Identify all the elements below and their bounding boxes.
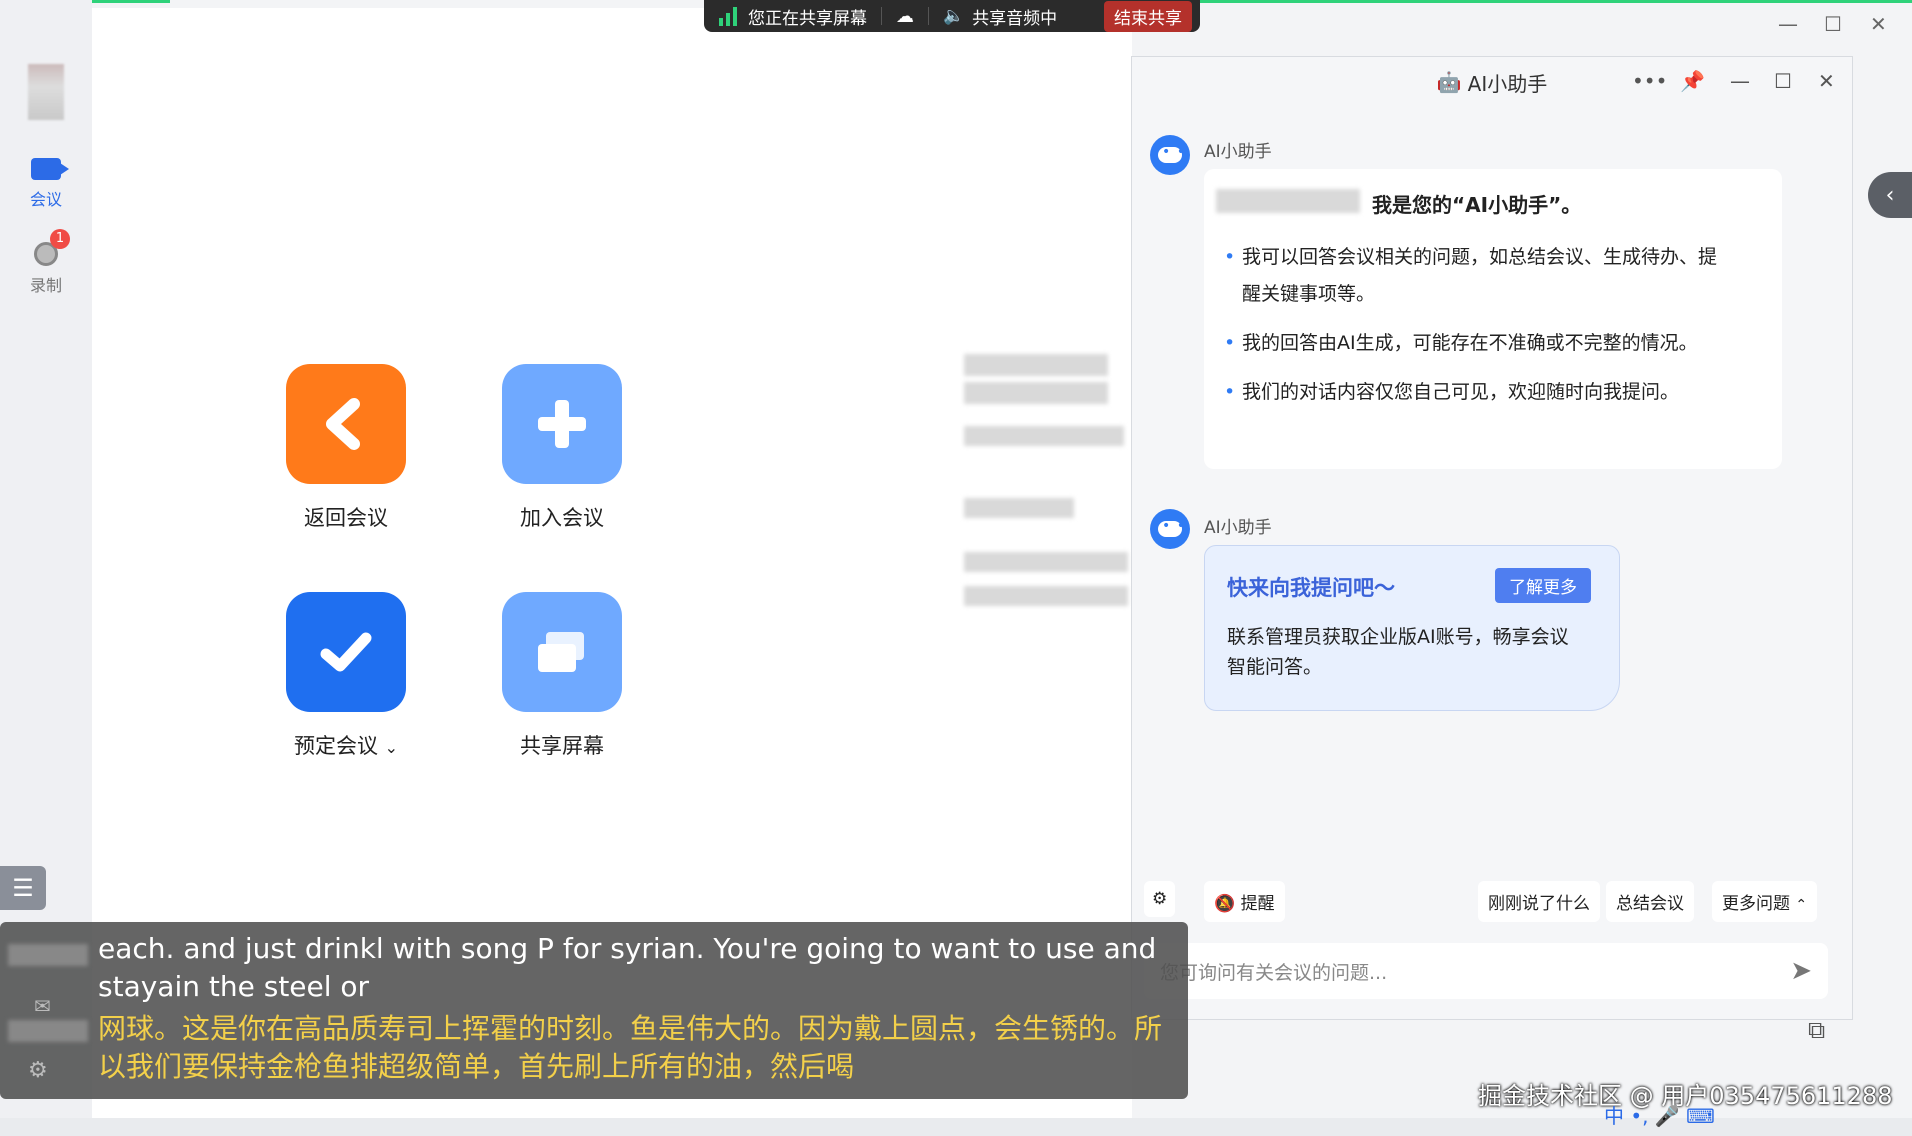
chevron-up-icon: ⌃ [1795, 897, 1808, 913]
schedule-meeting-label[interactable]: 预定会议 ⌄ [246, 730, 446, 760]
summarize-meeting-button[interactable]: 总结会议 [1606, 881, 1694, 922]
collapse-panel-button[interactable]: ‹ [1868, 172, 1912, 218]
bot-name: AI小助手 [1204, 518, 1272, 538]
bot-avatar [1150, 135, 1190, 175]
subtitle-chinese: 网球。这是你在高品质寿司上挥霍的时刻。鱼是伟大的。因为戴上圆点，会生锈的。所以我… [98, 1012, 1163, 1083]
speaker-icon: 🔈 [943, 6, 965, 26]
blurred-username [1216, 189, 1360, 213]
input-placeholder: 您可询问有关会议的问题... [1160, 961, 1388, 984]
close-panel-button[interactable]: ✕ [1818, 69, 1835, 93]
sharing-status[interactable]: 您正在共享屏幕 [704, 0, 881, 32]
blurred-text [964, 498, 1074, 518]
avatar[interactable] [28, 64, 64, 120]
return-meeting-label: 返回会议 [304, 506, 388, 530]
stop-sharing-button[interactable]: 结束共享 [1104, 0, 1192, 32]
welcome-bullets: 我可以回答会议相关的问题，如总结会议、生成待办、提醒关键事项等。 我的回答由AI… [1224, 239, 1734, 411]
top-accent-line [1200, 0, 1912, 3]
subtitle-english: each. and just drinkl with song P for sy… [98, 932, 1157, 1003]
sidebar-item-meeting[interactable]: 会议 [0, 158, 92, 210]
welcome-card: 我是您的“AI小助手”。 我可以回答会议相关的问题，如总结会议、生成待办、提醒关… [1204, 169, 1782, 469]
blurred-avatar [8, 944, 88, 966]
maximize-panel-button[interactable]: ☐ [1774, 69, 1792, 93]
blurred-text [964, 552, 1128, 572]
join-meeting-label: 加入会议 [520, 506, 604, 530]
more-questions-button[interactable]: 更多问题 ⌃ [1712, 881, 1818, 922]
join-meeting-button[interactable] [502, 364, 622, 484]
minimize-window-button[interactable]: — [1778, 12, 1798, 36]
gear-icon: ⚙ [1152, 889, 1168, 909]
sidebar-item-label: 录制 [29, 276, 62, 295]
blurred-avatar [8, 1020, 88, 1042]
blurred-text [964, 354, 1108, 376]
schedule-meeting-button[interactable] [286, 592, 406, 712]
learn-more-button[interactable]: 了解更多 [1495, 568, 1591, 603]
cloud-record-button[interactable]: ☁ [882, 0, 928, 32]
sidebar-item-label: 会议 [29, 190, 62, 209]
send-icon[interactable]: ➤ [1790, 956, 1812, 986]
welcome-title: 我是您的“AI小助手”。 [1372, 193, 1582, 217]
return-meeting-button[interactable] [286, 364, 406, 484]
share-audio-toggle[interactable]: 🔈 共享音频中 [929, 0, 1071, 32]
screen-share-toolbar: 您正在共享屏幕 ☁ 🔈 共享音频中 结束共享 [704, 0, 1200, 32]
bot-avatar [1150, 509, 1190, 549]
sidebar-item-recording[interactable]: 录制 [0, 242, 92, 296]
ai-panel-title: AI小助手 [1467, 71, 1548, 96]
bot-name: AI小助手 [1204, 142, 1272, 162]
pin-icon[interactable]: 📌 [1680, 69, 1705, 93]
list-item: 我们的对话内容仅您自己可见，欢迎随时向我提问。 [1224, 374, 1734, 411]
share-screen-label: 共享屏幕 [520, 734, 604, 758]
bell-off-icon: 🔕 [1214, 894, 1236, 914]
share-screen-button[interactable] [502, 592, 622, 712]
what-was-said-button[interactable]: 刚刚说了什么 [1478, 881, 1600, 922]
settings-button[interactable]: ⚙ [1144, 881, 1176, 917]
minimize-panel-button[interactable]: — [1730, 69, 1750, 93]
promo-text: 联系管理员获取企业版AI账号，畅享会议智能问答。 [1227, 626, 1569, 678]
share-screen-icon [538, 632, 584, 672]
maximize-window-button[interactable]: ☐ [1824, 12, 1842, 36]
notification-badge: 1 [50, 229, 70, 249]
promo-card: 快来向我提问吧～ 了解更多 联系管理员获取企业版AI账号，畅享会议智能问答。 [1204, 545, 1620, 711]
ai-assistant-panel: 🤖 AI小助手 ••• 📌 — ☐ ✕ AI小助手 我是您的“AI小助手”。 我… [1131, 56, 1853, 1020]
signal-bars-icon [719, 7, 737, 26]
screenshot-icon[interactable]: ⧉ [1808, 1016, 1825, 1044]
video-camera-icon [31, 158, 69, 180]
ai-question-input[interactable]: 您可询问有关会议的问题... ➤ [1144, 943, 1828, 999]
remind-button[interactable]: 🔕 提醒 [1204, 881, 1285, 922]
ai-panel-header: 🤖 AI小助手 ••• 📌 — ☐ ✕ [1132, 57, 1852, 107]
gear-icon[interactable]: ⚙ [28, 1058, 48, 1083]
mail-icon[interactable]: ✉ [34, 994, 51, 1018]
blurred-text [964, 426, 1124, 446]
promo-title: 快来向我提问吧～ [1227, 576, 1395, 600]
list-item: 我的回答由AI生成，可能存在不准确或不完整的情况。 [1224, 325, 1734, 362]
more-options-icon[interactable]: ••• [1632, 69, 1667, 93]
chevron-down-icon: ⌄ [384, 738, 399, 757]
list-menu-icon[interactable]: ☰ [0, 866, 46, 910]
list-item: 我可以回答会议相关的问题，如总结会议、生成待办、提醒关键事项等。 [1224, 239, 1734, 313]
plus-icon [538, 400, 586, 448]
ime-toolbar[interactable]: 中 •, 🎤 ⌨ [1604, 1100, 1715, 1129]
checkmark-icon [320, 632, 372, 672]
close-window-button[interactable]: ✕ [1870, 12, 1887, 36]
blurred-text [964, 586, 1128, 606]
cloud-icon: ☁ [896, 5, 914, 27]
robot-icon: 🤖 [1436, 70, 1462, 94]
back-arrow-icon [326, 398, 360, 450]
blurred-text [964, 382, 1108, 404]
